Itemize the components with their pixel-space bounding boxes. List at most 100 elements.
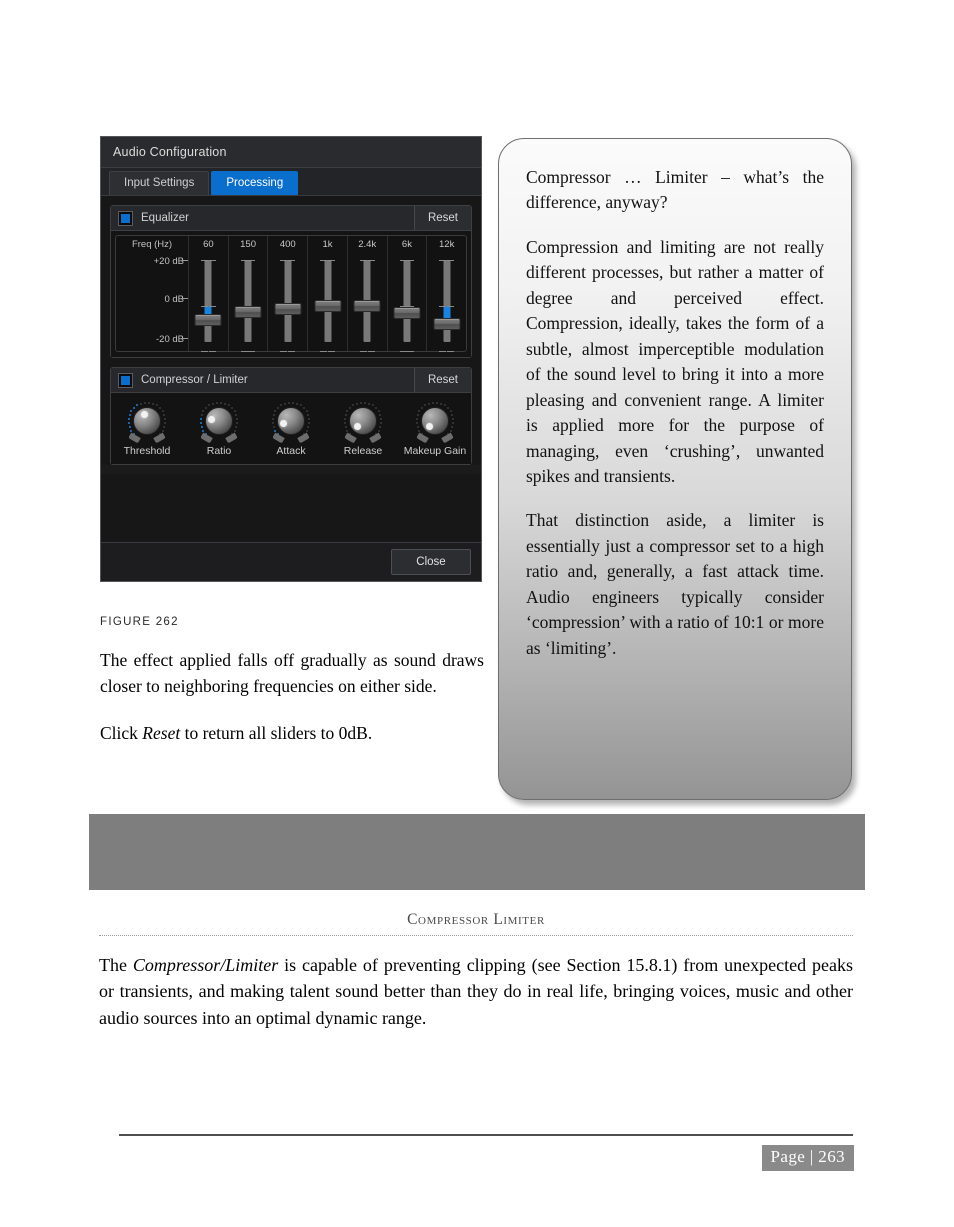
knob-ring-segment <box>276 406 279 409</box>
axis-label-minus20: -20 dB <box>156 334 184 345</box>
slider-track <box>204 260 212 342</box>
knob-ring-segment <box>431 401 434 404</box>
eq-slider-2.4k[interactable] <box>348 254 387 352</box>
slider-track <box>443 260 451 342</box>
knob-label: Makeup Gain <box>403 445 467 457</box>
click-suffix: to return all sliders to 0dB. <box>180 723 373 744</box>
left-paragraph-2: Click Reset to return all sliders to 0dB… <box>100 721 484 747</box>
slider-thumb[interactable] <box>433 317 461 330</box>
knob-ring-segment <box>163 426 166 429</box>
section-body-paragraph: The Compressor/Limiter is capable of pre… <box>99 952 853 1031</box>
knob-ring-segment <box>303 406 306 409</box>
sidebar-callout-box: Compressor … Limiter – what’s the differ… <box>498 138 852 800</box>
slider-thumb[interactable] <box>353 299 381 312</box>
eq-band-400: 400 <box>267 236 307 352</box>
slider-tick <box>439 305 447 307</box>
knob-ring-segment <box>292 401 295 404</box>
compressor-reset-button[interactable]: Reset <box>413 368 471 392</box>
knob-ring-segment <box>305 410 308 413</box>
knob-ring-segment <box>379 413 382 416</box>
knob-ring-segment <box>368 402 371 405</box>
knob-notch-right <box>225 432 238 444</box>
knob-label: Release <box>343 445 383 457</box>
slider-tick <box>201 351 208 352</box>
slider-tick <box>447 305 455 307</box>
knob-ring-segment <box>143 401 146 404</box>
knob-ring-segment <box>375 406 378 409</box>
knob-attack[interactable] <box>271 401 311 444</box>
knob-makeup-gain[interactable] <box>415 401 455 444</box>
slider-tick <box>407 351 415 352</box>
eq-slider-150[interactable] <box>229 254 268 352</box>
knob-ring-segment <box>272 413 275 416</box>
knob-ring-segment <box>343 417 346 420</box>
eq-band-label: 1k <box>322 239 333 250</box>
gray-banner-block <box>89 814 865 890</box>
eq-slider-12k[interactable] <box>427 254 466 352</box>
left-column: Audio Configuration Input Settings Proce… <box>100 136 484 747</box>
slider-tick <box>208 260 216 261</box>
body-prefix: The <box>99 955 133 975</box>
eq-band-60: 60 <box>188 236 228 352</box>
section-heading-wrapper: Compressor Limiter The Compressor/Limite… <box>99 911 853 1031</box>
knob-ring-segment <box>296 402 299 405</box>
knob-ring-segment <box>307 426 310 429</box>
knob-notch-left <box>416 432 429 444</box>
compressor-knob-panel: Threshold Ratio Attack Release Makeup Gain <box>111 393 471 464</box>
knob-release[interactable] <box>343 401 383 444</box>
knob-ring-segment <box>359 401 362 404</box>
slider-thumb[interactable] <box>234 306 262 319</box>
slider-tick <box>407 260 415 261</box>
knob-ring-segment <box>274 410 277 413</box>
knob-ring-segment <box>271 422 274 425</box>
equalizer-enable-checkbox[interactable] <box>119 211 132 225</box>
eq-band-label: 12k <box>439 239 455 250</box>
knob-ring-segment <box>127 422 130 425</box>
slider-thumb[interactable] <box>393 307 421 320</box>
knob-ring-segment <box>299 404 302 407</box>
slider-thumb[interactable] <box>314 299 342 312</box>
knob-label: Ratio <box>206 445 232 457</box>
knob-ring-segment <box>283 402 286 405</box>
knob-notch-left <box>344 432 357 444</box>
top-content-area: Audio Configuration Input Settings Proce… <box>0 0 954 810</box>
knob-ring-segment <box>272 426 275 429</box>
knob-ring-segment <box>451 426 454 429</box>
slider-thumb[interactable] <box>274 302 302 315</box>
tab-strip: Input Settings Processing <box>101 168 481 196</box>
knob-ratio[interactable] <box>199 401 239 444</box>
compressor-groupbox: Compressor / Limiter Reset Threshold Rati… <box>110 367 472 465</box>
slider-tick <box>359 260 367 261</box>
close-button[interactable]: Close <box>391 549 471 575</box>
knob-ring-segment <box>227 404 230 407</box>
axis-label-zero: 0 dB <box>164 294 184 305</box>
eq-slider-60[interactable] <box>189 254 228 352</box>
tab-input-settings[interactable]: Input Settings <box>109 171 210 195</box>
tab-processing[interactable]: Processing <box>211 171 299 195</box>
knob-notch-right <box>297 432 310 444</box>
callout-paragraph-2: Compression and limiting are not really … <box>526 236 824 486</box>
knob-notch-right <box>153 432 166 444</box>
knob-threshold[interactable] <box>127 401 167 444</box>
knob-notch-left <box>200 432 213 444</box>
knob-label: Threshold <box>123 445 171 457</box>
eq-slider-400[interactable] <box>268 254 307 352</box>
eq-slider-6k[interactable] <box>388 254 427 352</box>
slider-tick <box>327 351 335 352</box>
knob-notch-right <box>369 432 382 444</box>
knob-ring-segment <box>352 404 355 407</box>
knob-ring-segment <box>436 401 439 404</box>
knob-ring-segment <box>449 410 452 413</box>
eq-slider-1k[interactable] <box>308 254 347 352</box>
slider-thumb[interactable] <box>194 314 222 327</box>
section-heading: Compressor Limiter <box>407 911 545 928</box>
compressor-enable-checkbox[interactable] <box>119 373 132 387</box>
knob-ring-segment <box>271 417 274 420</box>
knob-cell-attack: Attack <box>256 401 326 457</box>
knob-ring-segment <box>208 404 211 407</box>
heading-divider <box>99 935 853 936</box>
equalizer-title: Equalizer <box>141 212 189 224</box>
knob-ring-segment <box>235 413 238 416</box>
eq-band-2.4k: 2.4k <box>346 236 387 352</box>
equalizer-reset-button[interactable]: Reset <box>413 206 471 230</box>
